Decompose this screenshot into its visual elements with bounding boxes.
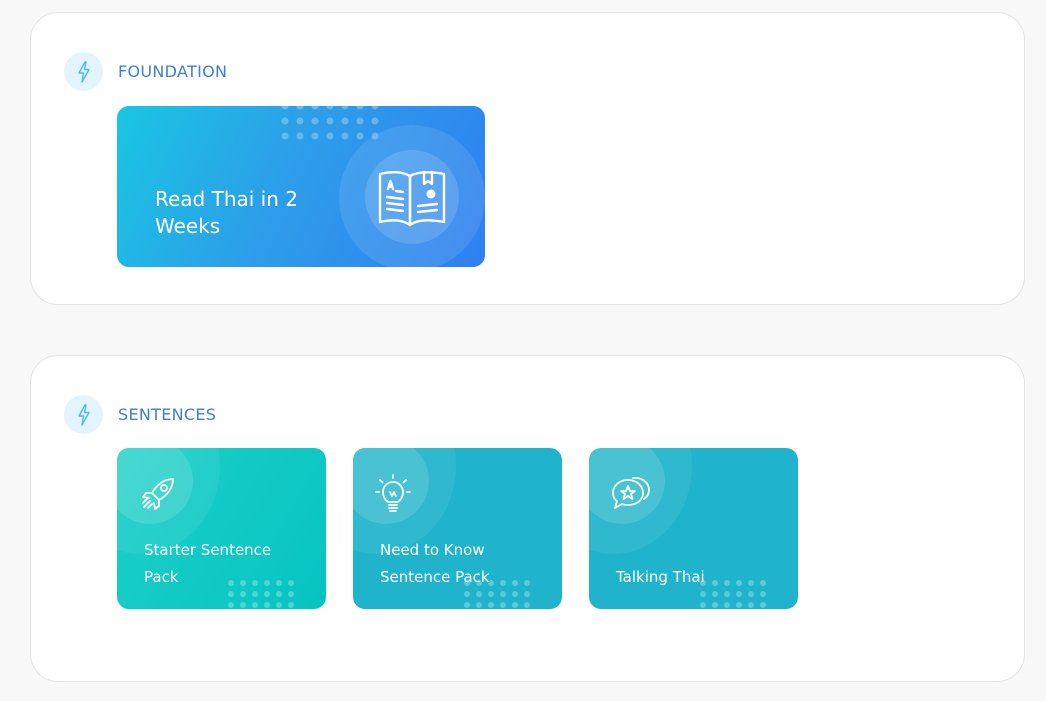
foundation-header: FOUNDATION bbox=[64, 52, 227, 91]
open-book-icon bbox=[378, 170, 446, 227]
lightbulb-icon bbox=[375, 474, 411, 512]
section-title-foundation: FOUNDATION bbox=[118, 62, 228, 81]
rocket-icon bbox=[142, 478, 174, 510]
course-card-read-thai[interactable]: Read Thai in 2 Weeks bbox=[117, 106, 485, 267]
dot-pattern bbox=[281, 106, 379, 140]
course-card-need-to-know-sentence-pack[interactable]: Need to Know Sentence Pack bbox=[353, 448, 562, 609]
foundation-section: FOUNDATION Read Thai in 2 Weeks bbox=[30, 12, 1025, 305]
section-title-sentences: SENTENCES bbox=[118, 405, 217, 424]
course-card-label: Talking Thai bbox=[616, 568, 705, 586]
lightning-bolt-icon bbox=[64, 52, 103, 91]
course-card-starter-sentence-pack[interactable]: Starter Sentence Pack bbox=[117, 448, 326, 609]
sentences-header: SENTENCES bbox=[64, 395, 216, 434]
course-card-label: Read Thai in 2 Weeks bbox=[155, 187, 298, 238]
sentences-section: SENTENCES Starter Sentence Pack Need to … bbox=[30, 355, 1025, 682]
course-card-label: Need to Know Sentence Pack bbox=[380, 541, 490, 586]
lightning-bolt-icon bbox=[64, 395, 103, 434]
speech-bubbles-star-icon bbox=[612, 477, 650, 509]
course-card-talking-thai[interactable]: Talking Thai bbox=[589, 448, 798, 609]
course-card-label: Starter Sentence Pack bbox=[144, 541, 272, 586]
